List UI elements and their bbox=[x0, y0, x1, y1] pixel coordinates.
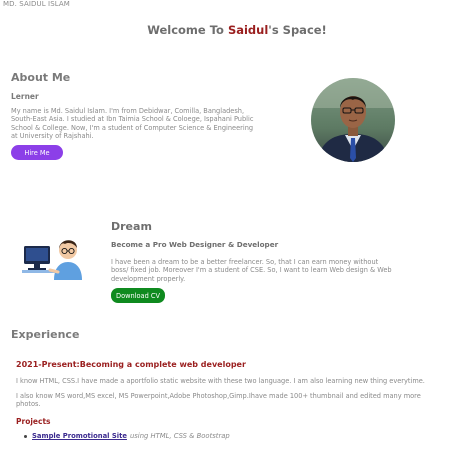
project-description: using HTML, CSS & Bootstrap bbox=[129, 432, 230, 440]
about-subtitle: Lerner bbox=[11, 92, 39, 101]
page: MD. SAIDUL ISLAM Welcome To Saidul's Spa… bbox=[0, 0, 450, 450]
developer-illustration-image bbox=[22, 240, 82, 280]
experience-paragraph-2: I also know MS word,MS excel, MS Powerpo… bbox=[16, 392, 421, 409]
about-text: My name is Md. Saidul Islam. I'm from De… bbox=[11, 107, 254, 141]
welcome-heading: Welcome To Saidul's Space! bbox=[0, 23, 450, 37]
brand-name[interactable]: MD. SAIDUL ISLAM bbox=[3, 0, 70, 8]
experience-title: Experience bbox=[11, 328, 80, 341]
experience-paragraph-1: I know HTML, CSS.I have made a aportfoli… bbox=[16, 377, 425, 385]
profile-photo-image bbox=[311, 78, 395, 162]
developer-illustration bbox=[22, 228, 84, 280]
projects-label: Projects bbox=[16, 417, 51, 426]
welcome-name: Saidul bbox=[227, 23, 269, 37]
project-list-item: Sample Promotional Site using HTML, CSS … bbox=[24, 432, 230, 440]
experience-role: 2021-Present:Becoming a complete web dev… bbox=[16, 360, 246, 369]
about-title: About Me bbox=[11, 71, 71, 84]
welcome-suffix: 's Space! bbox=[268, 23, 327, 37]
profile-photo bbox=[311, 78, 395, 162]
download-cv-button[interactable]: Download CV bbox=[111, 288, 165, 303]
hire-me-button[interactable]: Hire Me bbox=[11, 145, 63, 160]
bullet-icon bbox=[24, 434, 27, 438]
dream-text: I have been a dream to be a better freel… bbox=[111, 258, 392, 283]
welcome-prefix: Welcome To bbox=[147, 23, 228, 37]
project-link[interactable]: Sample Promotional Site bbox=[32, 432, 127, 440]
dream-title: Dream bbox=[111, 220, 152, 233]
dream-subtitle: Become a Pro Web Designer & Developer bbox=[111, 240, 279, 249]
